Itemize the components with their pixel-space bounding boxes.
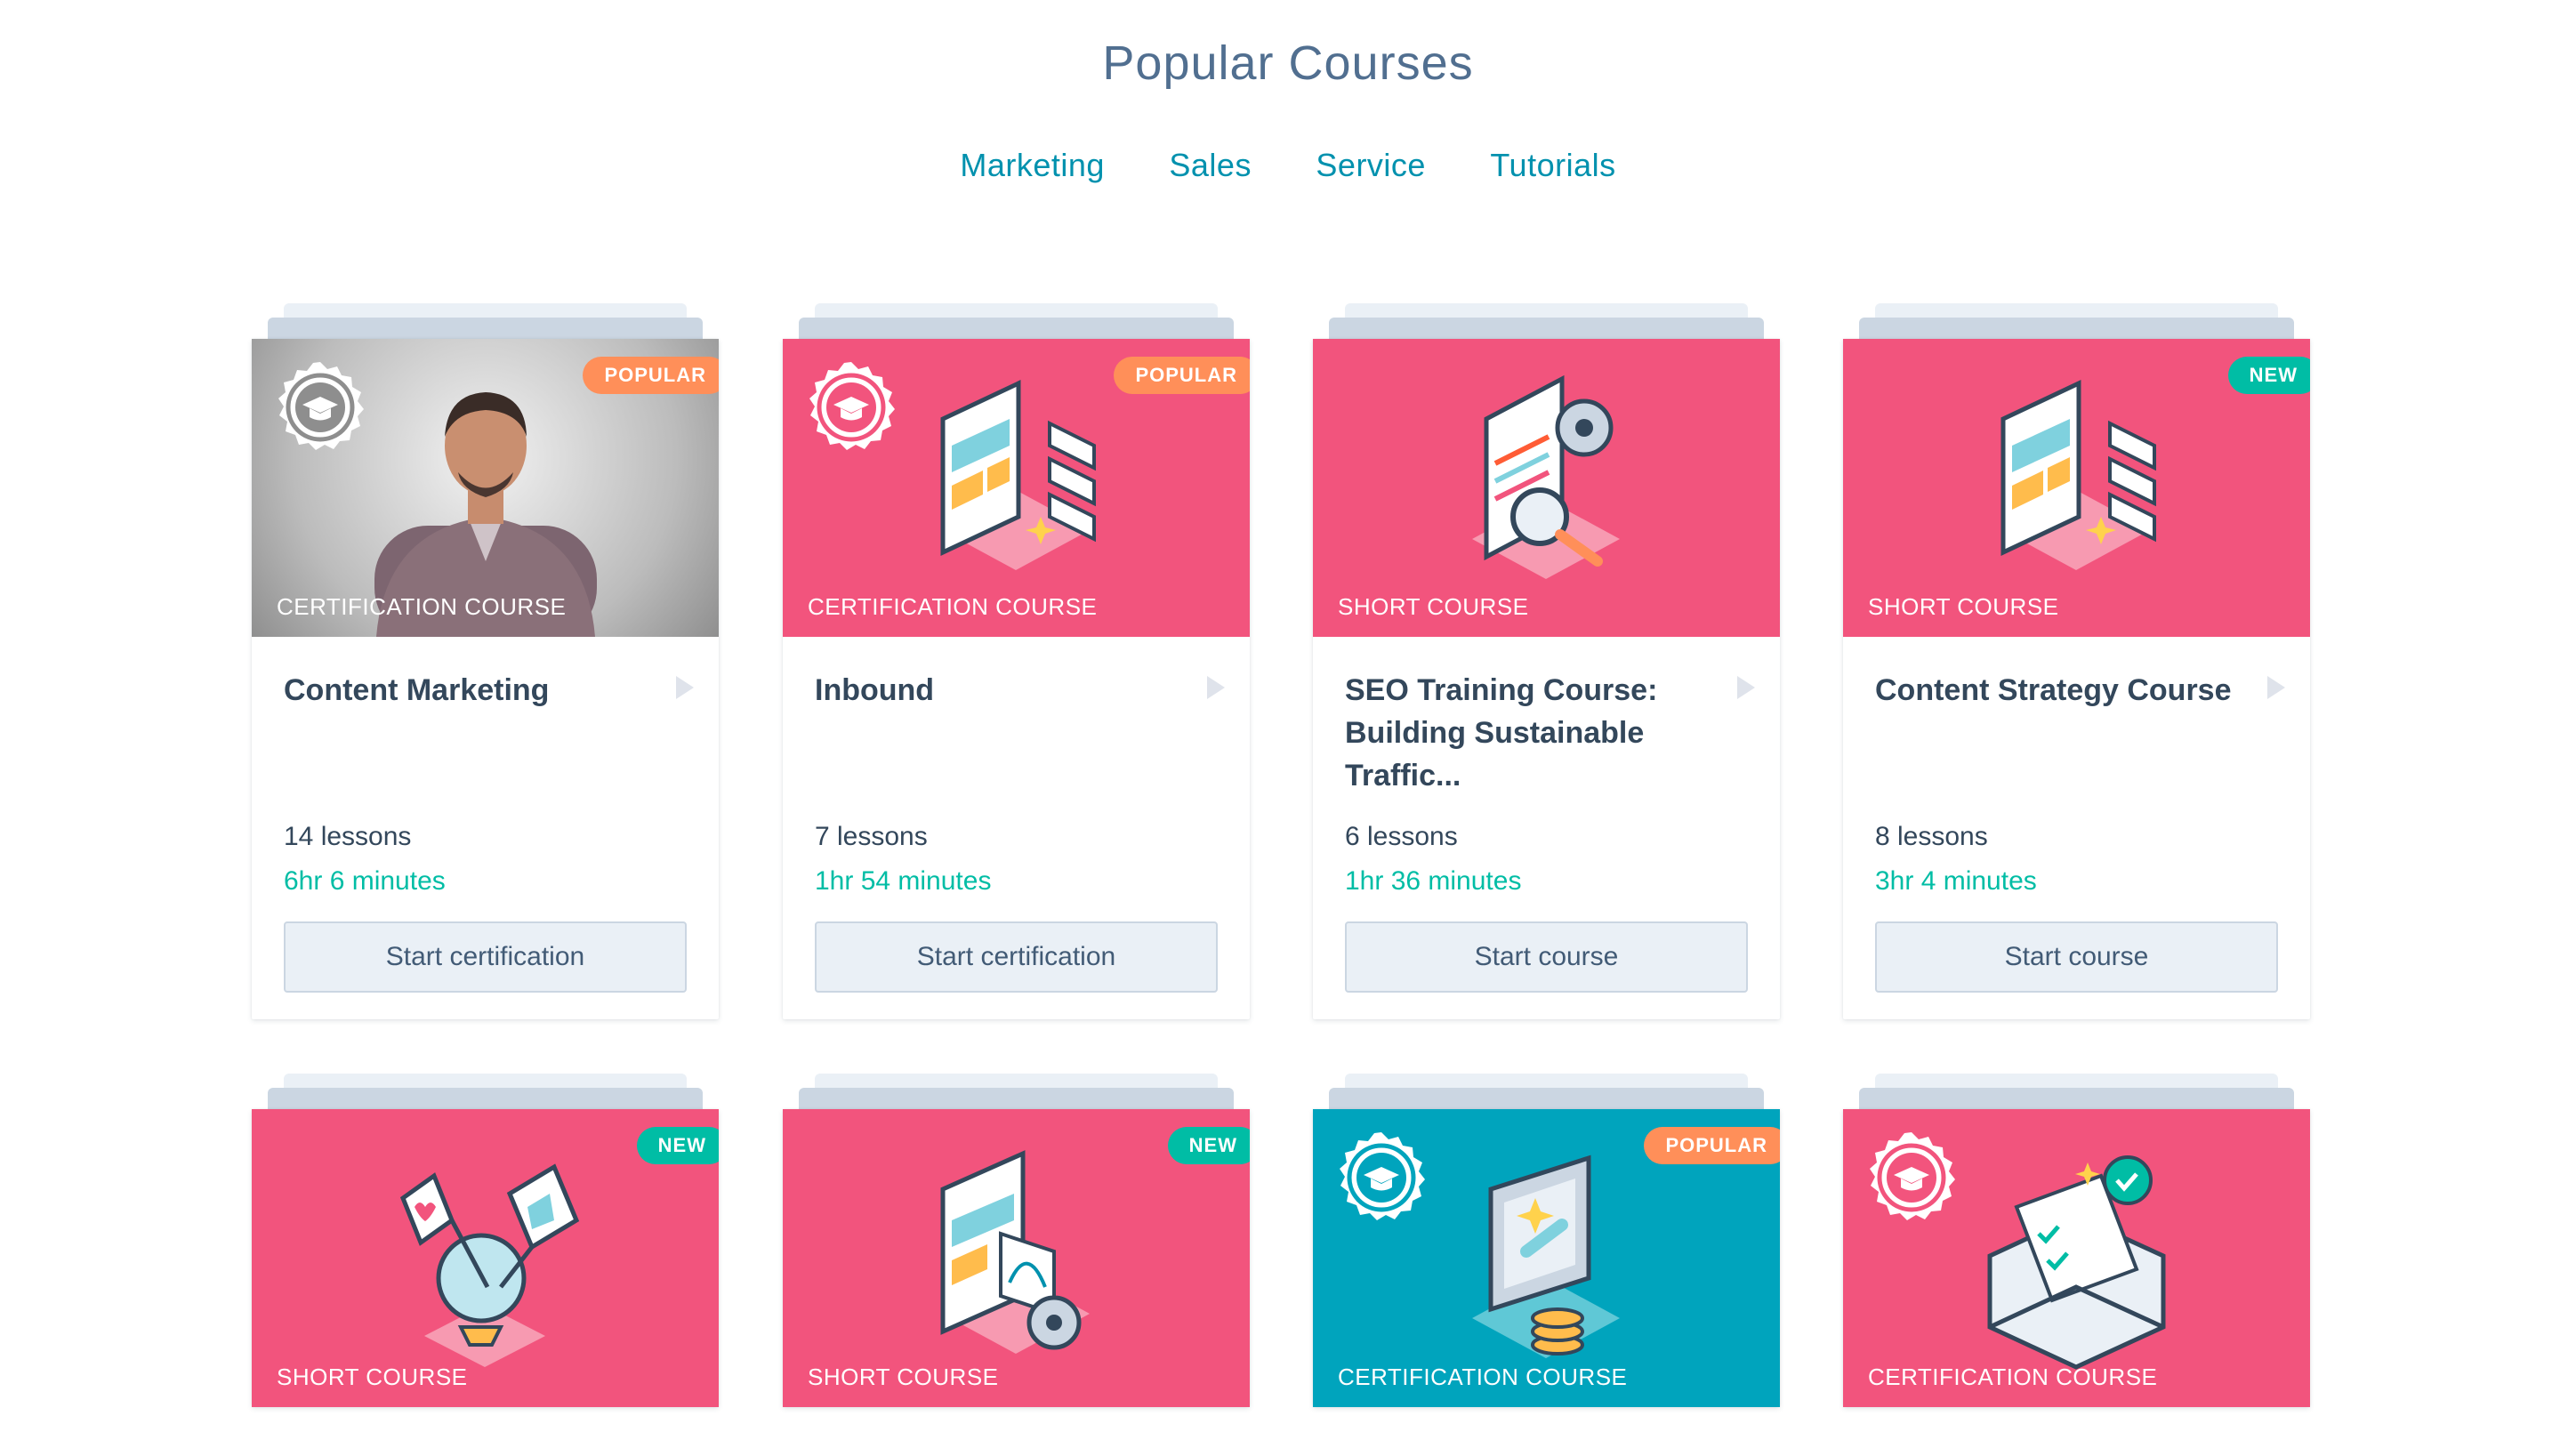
course-hero[interactable]: CERTIFICATION COURSE <box>1843 1109 2310 1407</box>
course-duration: 1hr 36 minutes <box>1345 866 1522 896</box>
certification-badge-icon <box>271 358 369 456</box>
course-type: SHORT COURSE <box>808 1364 999 1390</box>
certification-badge-icon <box>1332 1129 1430 1227</box>
new-badge: NEW <box>1167 1127 1250 1164</box>
new-badge: NEW <box>636 1127 719 1164</box>
lesson-count: 6 lessons <box>1345 822 1458 851</box>
lesson-count: 14 lessons <box>284 822 412 851</box>
course-hero[interactable]: NEW SHORT COURSE <box>1843 339 2310 637</box>
course-hero[interactable]: NEW SHORT COURSE <box>252 1109 719 1407</box>
start-certification-button[interactable]: Start certification <box>815 921 1218 993</box>
popular-badge: POPULAR <box>1644 1127 1780 1164</box>
course-type: SHORT COURSE <box>277 1364 468 1390</box>
course-info: Inbound 7 lessons 1hr 54 minutes Start c… <box>783 637 1250 1019</box>
course-duration: 1hr 54 minutes <box>815 866 992 896</box>
course-info: SEO Training Course: Building Sustainabl… <box>1313 637 1780 1019</box>
course-hero[interactable]: SHORT COURSE <box>1313 339 1780 637</box>
course-title[interactable]: SEO Training Course: Building Sustainabl… <box>1345 669 1710 802</box>
course-type: CERTIFICATION COURSE <box>277 593 567 620</box>
card-body-wrapper: POPULAR CERTIFICATION COURSE Content Mar… <box>252 339 719 1019</box>
popular-badge: POPULAR <box>1114 357 1250 394</box>
card-body-wrapper: CERTIFICATION COURSE <box>1843 1109 2310 1407</box>
course-card: NEW SHORT COURSE <box>252 1074 719 1407</box>
course-card: POPULAR CERTIFICATION COURSE <box>1313 1074 1780 1407</box>
certification-badge-icon <box>802 358 900 456</box>
course-type: CERTIFICATION COURSE <box>808 593 1098 620</box>
course-type: SHORT COURSE <box>1868 593 2059 620</box>
course-grid: POPULAR CERTIFICATION COURSE Content Mar… <box>0 0 2576 1432</box>
course-card: POPULAR CERTIFICATION COURSE Inbound 7 l… <box>783 303 1250 1019</box>
course-type: CERTIFICATION COURSE <box>1338 1364 1628 1390</box>
play-arrow-icon[interactable] <box>676 676 694 699</box>
card-body-wrapper: POPULAR CERTIFICATION COURSE <box>1313 1109 1780 1407</box>
card-body-wrapper: SHORT COURSE SEO Training Course: Buildi… <box>1313 339 1780 1019</box>
course-hero[interactable]: POPULAR CERTIFICATION COURSE <box>1313 1109 1780 1407</box>
card-body-wrapper: POPULAR CERTIFICATION COURSE Inbound 7 l… <box>783 339 1250 1019</box>
course-card: NEW SHORT COURSE Content Strategy Course… <box>1843 303 2310 1019</box>
course-card: CERTIFICATION COURSE <box>1843 1074 2310 1407</box>
course-duration: 6hr 6 minutes <box>284 866 446 896</box>
popular-badge: POPULAR <box>583 357 719 394</box>
play-arrow-icon[interactable] <box>1207 676 1225 699</box>
course-title[interactable]: Content Marketing <box>284 669 648 802</box>
start-course-button[interactable]: Start course <box>1875 921 2278 993</box>
course-duration: 3hr 4 minutes <box>1875 866 2037 896</box>
course-card: NEW SHORT COURSE <box>783 1074 1250 1407</box>
course-card: SHORT COURSE SEO Training Course: Buildi… <box>1313 303 1780 1019</box>
course-hero[interactable]: POPULAR CERTIFICATION COURSE <box>783 339 1250 637</box>
card-body-wrapper: NEW SHORT COURSE <box>783 1109 1250 1407</box>
course-hero[interactable]: NEW SHORT COURSE <box>783 1109 1250 1407</box>
course-card: POPULAR CERTIFICATION COURSE Content Mar… <box>252 303 719 1019</box>
play-arrow-icon[interactable] <box>1737 676 1755 699</box>
course-info: Content Strategy Course 8 lessons 3hr 4 … <box>1843 637 2310 1019</box>
lesson-count: 8 lessons <box>1875 822 1988 851</box>
seo-magnifier-illustration-icon <box>1472 374 1620 579</box>
lesson-count: 7 lessons <box>815 822 928 851</box>
play-arrow-icon[interactable] <box>2267 676 2285 699</box>
course-type: CERTIFICATION COURSE <box>1868 1364 2158 1390</box>
course-title[interactable]: Content Strategy Course <box>1875 669 2240 802</box>
start-course-button[interactable]: Start course <box>1345 921 1748 993</box>
course-title[interactable]: Inbound <box>815 669 1179 802</box>
course-hero[interactable]: POPULAR CERTIFICATION COURSE <box>252 339 719 637</box>
start-certification-button[interactable]: Start certification <box>284 921 687 993</box>
card-body-wrapper: NEW SHORT COURSE Content Strategy Course… <box>1843 339 2310 1019</box>
new-badge: NEW <box>2227 357 2310 394</box>
card-body-wrapper: NEW SHORT COURSE <box>252 1109 719 1407</box>
course-info: Content Marketing 14 lessons 6hr 6 minut… <box>252 637 719 1019</box>
certification-badge-icon <box>1863 1129 1960 1227</box>
course-type: SHORT COURSE <box>1338 593 1529 620</box>
